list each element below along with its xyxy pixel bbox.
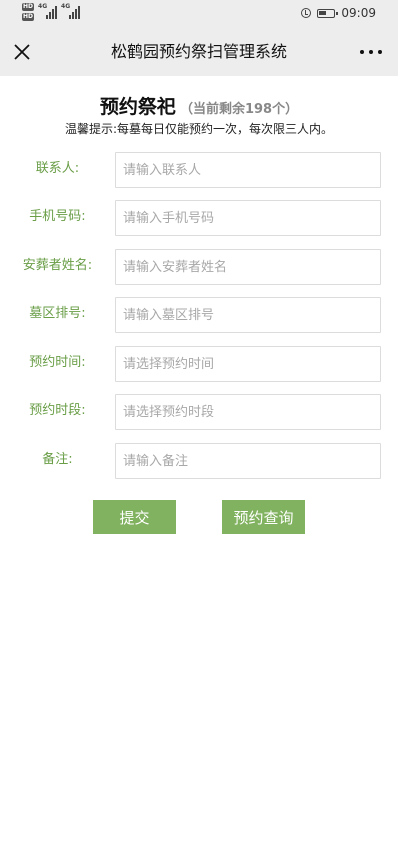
alarm-icon (301, 8, 312, 18)
form-row-remark: 备注: (0, 443, 398, 479)
remaining-count: （当前剩余198个） (179, 102, 299, 117)
phone-label: 手机号码: (29, 209, 86, 224)
time-slot-input[interactable] (115, 394, 381, 430)
status-time: 09:09 (341, 6, 376, 20)
plot-number-label: 墓区排号: (29, 306, 86, 321)
page-title: 松鹤园预约祭扫管理系统 (110, 42, 287, 61)
contact-input[interactable] (115, 152, 381, 188)
plot-number-input[interactable] (115, 297, 381, 333)
more-icon[interactable] (360, 42, 382, 62)
status-right: 09:09 (301, 6, 376, 20)
deceased-name-input[interactable] (115, 249, 381, 285)
remark-input[interactable] (115, 443, 381, 479)
nav-bar: 松鹤园预约祭扫管理系统 (0, 28, 398, 76)
remark-label: 备注: (42, 452, 73, 467)
date-picker-input[interactable] (115, 346, 381, 382)
notice-text: 温馨提示:每墓每日仅能预约一次，每次限三人内。 (64, 122, 334, 136)
contact-label: 联系人: (35, 161, 80, 176)
form-row-plot-number: 墓区排号: (0, 297, 398, 333)
hd-badge: HD (22, 13, 35, 21)
close-icon[interactable] (8, 38, 36, 66)
phone-input[interactable] (115, 200, 381, 236)
form-row-contact: 联系人: (0, 152, 398, 188)
submit-button[interactable]: 提交 (93, 500, 176, 534)
signal-icon: 4G (61, 3, 81, 19)
heading-title: 预约祭祀 (99, 96, 176, 118)
date-label: 预约时间: (29, 355, 86, 370)
form-heading: 预约祭祀 （当前剩余198个） (0, 92, 398, 119)
form-row-phone: 手机号码: (0, 200, 398, 236)
status-left: HD HD 4G 4G (22, 3, 81, 21)
hd-badge: HD (22, 3, 35, 11)
form-row-deceased-name: 安葬者姓名: (0, 249, 398, 285)
form-row-date: 预约时间: (0, 346, 398, 382)
status-bar: HD HD 4G 4G 09:09 (0, 0, 398, 28)
deceased-name-label: 安葬者姓名: (22, 258, 93, 273)
battery-icon (317, 8, 339, 18)
time-slot-label: 预约时段: (29, 403, 86, 418)
query-button[interactable]: 预约查询 (222, 500, 305, 534)
form-row-time-slot: 预约时段: (0, 394, 398, 430)
signal-icon: 4G (38, 3, 58, 19)
